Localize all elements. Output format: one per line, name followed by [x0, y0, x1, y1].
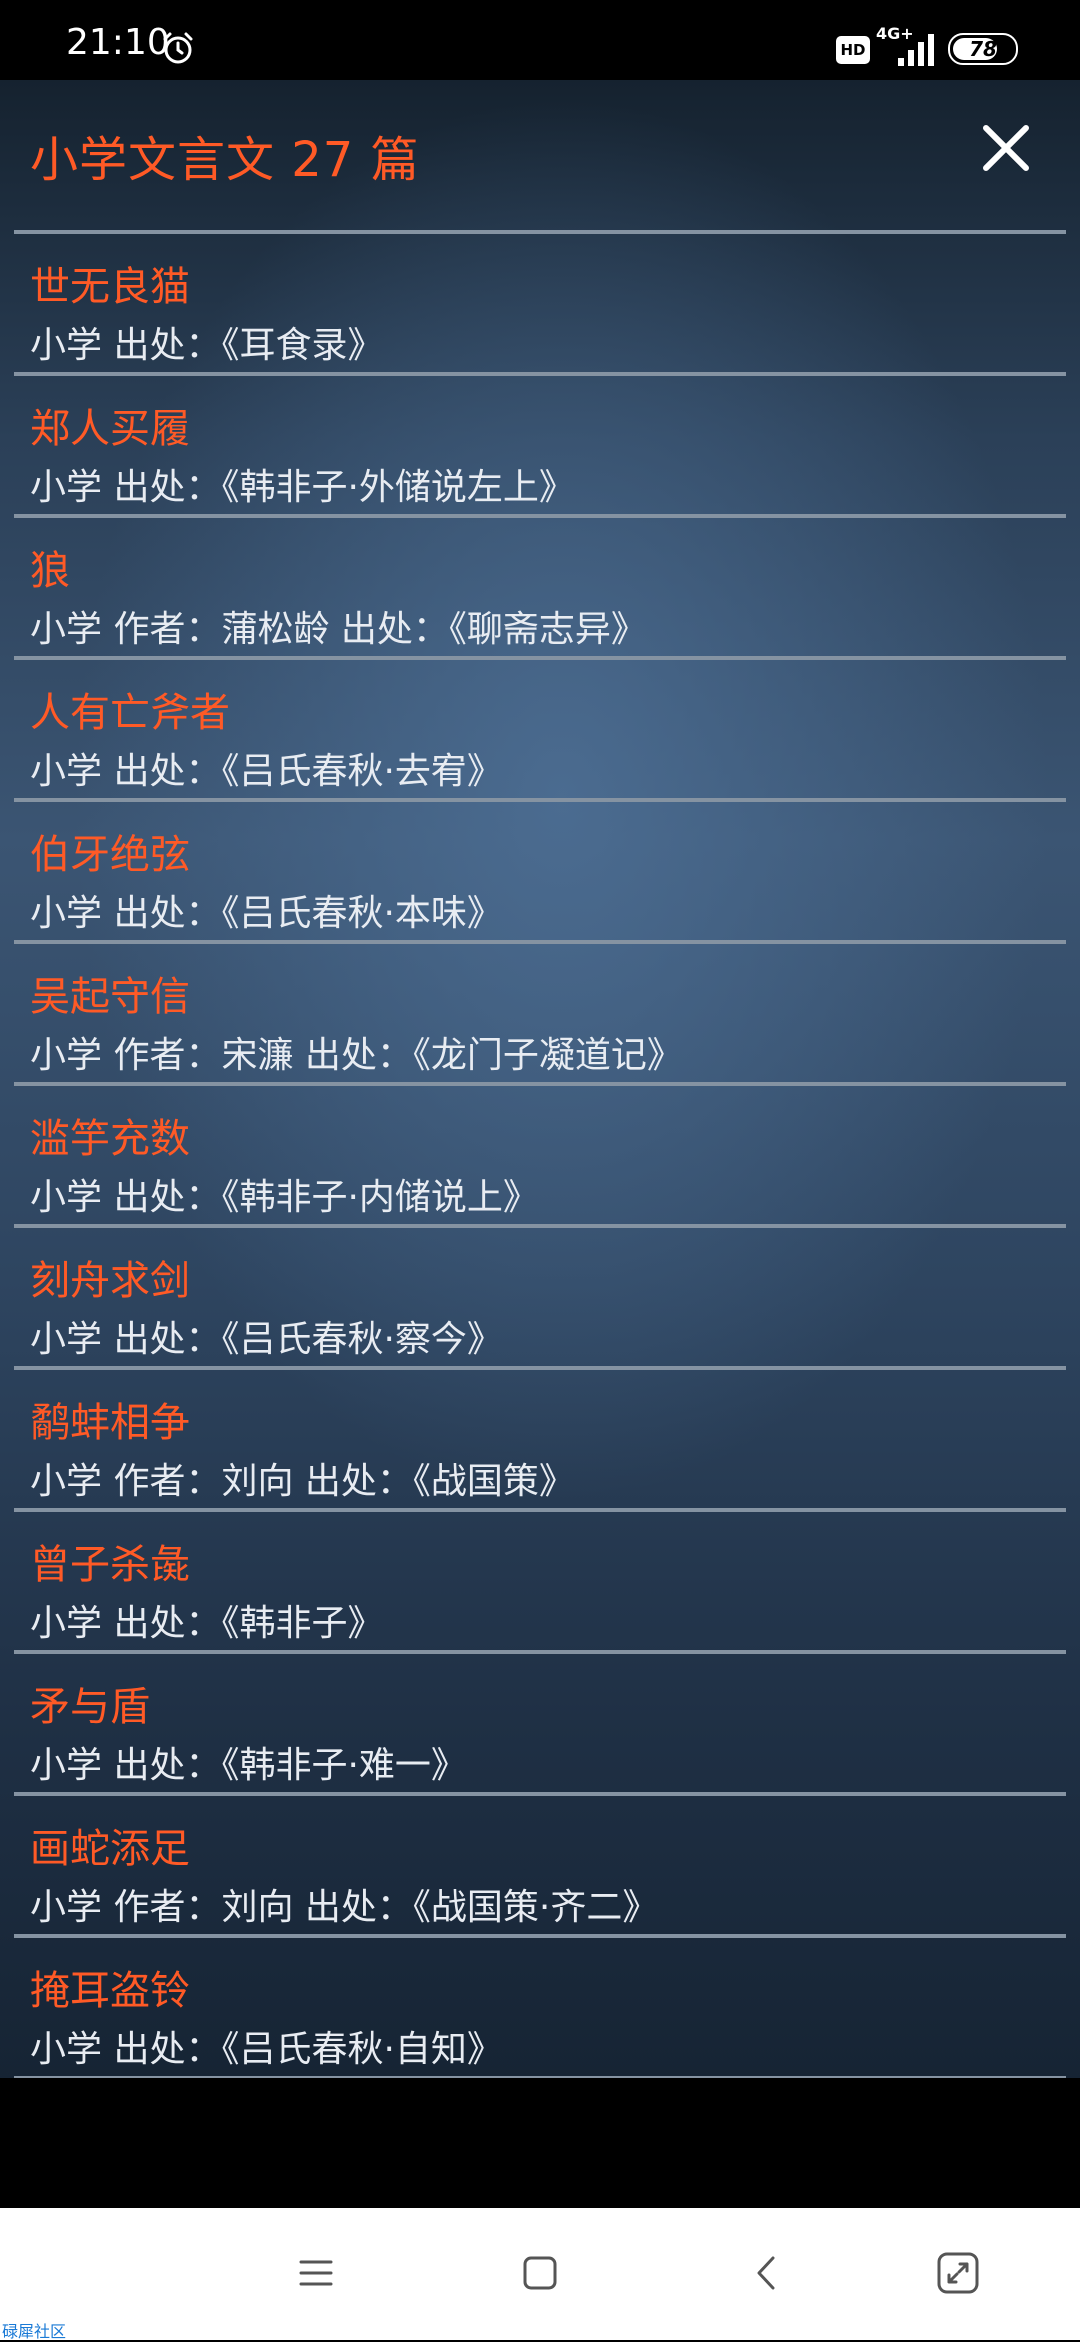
list-item[interactable]: 人有亡斧者小学 出处：《吕氏春秋·去宥》 [0, 660, 1080, 802]
signal-strength-icon [898, 34, 934, 66]
list-item[interactable]: 狼小学 作者：蒲松龄 出处：《聊斋志异》 [0, 518, 1080, 660]
list-item[interactable]: 滥竽充数小学 出处：《韩非子·内储说上》 [0, 1086, 1080, 1228]
item-meta: 小学 出处：《吕氏春秋·去宥》 [30, 751, 503, 792]
home-icon[interactable] [515, 2248, 565, 2298]
page-title: 小学文言文 27 篇 [30, 132, 420, 188]
back-icon[interactable] [743, 2248, 793, 2298]
close-button[interactable] [976, 118, 1036, 178]
empty-area [0, 2078, 1080, 2208]
menu-icon[interactable] [291, 2248, 341, 2298]
app-dialog: 小学文言文 27 篇 世无良猫小学 出处：《耳食录》郑人买履小学 出处：《韩非子… [0, 80, 1080, 2078]
hd-voice-icon: HD [836, 36, 870, 64]
item-title: 鹬蚌相争 [30, 1400, 190, 1446]
item-meta: 小学 出处：《吕氏春秋·察今》 [30, 1319, 503, 1360]
alarm-clock-icon [163, 32, 193, 64]
list-item[interactable]: 掩耳盗铃小学 出处：《吕氏春秋·自知》 [0, 1938, 1080, 2078]
item-meta: 小学 作者：蒲松龄 出处：《聊斋志异》 [30, 609, 647, 650]
item-meta: 小学 出处：《耳食录》 [30, 325, 384, 366]
list-item[interactable]: 郑人买履小学 出处：《韩非子·外储说左上》 [0, 376, 1080, 518]
list-item[interactable]: 吴起守信小学 作者：宋濂 出处：《龙门子凝道记》 [0, 944, 1080, 1086]
battery-icon: 78 [948, 33, 1018, 65]
item-title: 吴起守信 [30, 974, 190, 1020]
item-meta: 小学 作者：宋濂 出处：《龙门子凝道记》 [30, 1035, 683, 1076]
dialog-header: 小学文言文 27 篇 [0, 80, 1080, 226]
navigation-bar: 碌犀社区 [0, 2208, 1080, 2341]
list-item[interactable]: 伯牙绝弦小学 出处：《吕氏春秋·本味》 [0, 802, 1080, 944]
item-meta: 小学 作者：刘向 出处：《战国策》 [30, 1461, 575, 1502]
item-title: 曾子杀彘 [30, 1542, 190, 1588]
item-title: 掩耳盗铃 [30, 1968, 190, 2014]
item-title: 狼 [30, 548, 70, 594]
watermark-text: 碌犀社区 [2, 2322, 67, 2341]
item-meta: 小学 出处：《韩非子·内储说上》 [30, 1177, 539, 1218]
item-title: 刻舟求剑 [30, 1258, 190, 1304]
list-item[interactable]: 曾子杀彘小学 出处：《韩非子》 [0, 1512, 1080, 1654]
item-meta: 小学 出处：《韩非子·难一》 [30, 1745, 467, 1786]
item-title: 人有亡斧者 [30, 690, 230, 736]
item-title: 矛与盾 [30, 1684, 150, 1730]
list-item[interactable]: 世无良猫小学 出处：《耳食录》 [0, 234, 1080, 376]
battery-level-text: 78 [969, 37, 997, 61]
item-meta: 小学 作者：刘向 出处：《战国策·齐二》 [30, 1887, 659, 1928]
expand-icon[interactable] [933, 2248, 983, 2298]
list-item[interactable]: 画蛇添足小学 作者：刘向 出处：《战国策·齐二》 [0, 1796, 1080, 1938]
status-time: 21:10 [66, 22, 170, 63]
item-meta: 小学 出处：《吕氏春秋·本味》 [30, 893, 503, 934]
list-item[interactable]: 矛与盾小学 出处：《韩非子·难一》 [0, 1654, 1080, 1796]
item-title: 画蛇添足 [30, 1826, 190, 1872]
item-meta: 小学 出处：《吕氏春秋·自知》 [30, 2029, 503, 2070]
list-item[interactable]: 鹬蚌相争小学 作者：刘向 出处：《战国策》 [0, 1370, 1080, 1512]
item-title: 世无良猫 [30, 264, 190, 310]
status-bar: 21:10 HD 4G+ 78 [0, 0, 1080, 80]
article-list: 世无良猫 小学 出处：《耳食录》 郑人买履 小学 出处：《韩非子·外储说左上》狼小学 … [0, 234, 1080, 2078]
item-meta: 小学 出处：《韩非子·外储说左上》 [30, 467, 575, 508]
item-title: 伯牙绝弦 [30, 832, 190, 878]
list-item[interactable]: 刻舟求剑小学 出处：《吕氏春秋·察今》 [0, 1228, 1080, 1370]
item-meta: 小学 出处：《韩非子》 [30, 1603, 384, 1644]
item-title: 郑人买履 [30, 406, 190, 452]
item-title: 滥竽充数 [30, 1116, 190, 1162]
